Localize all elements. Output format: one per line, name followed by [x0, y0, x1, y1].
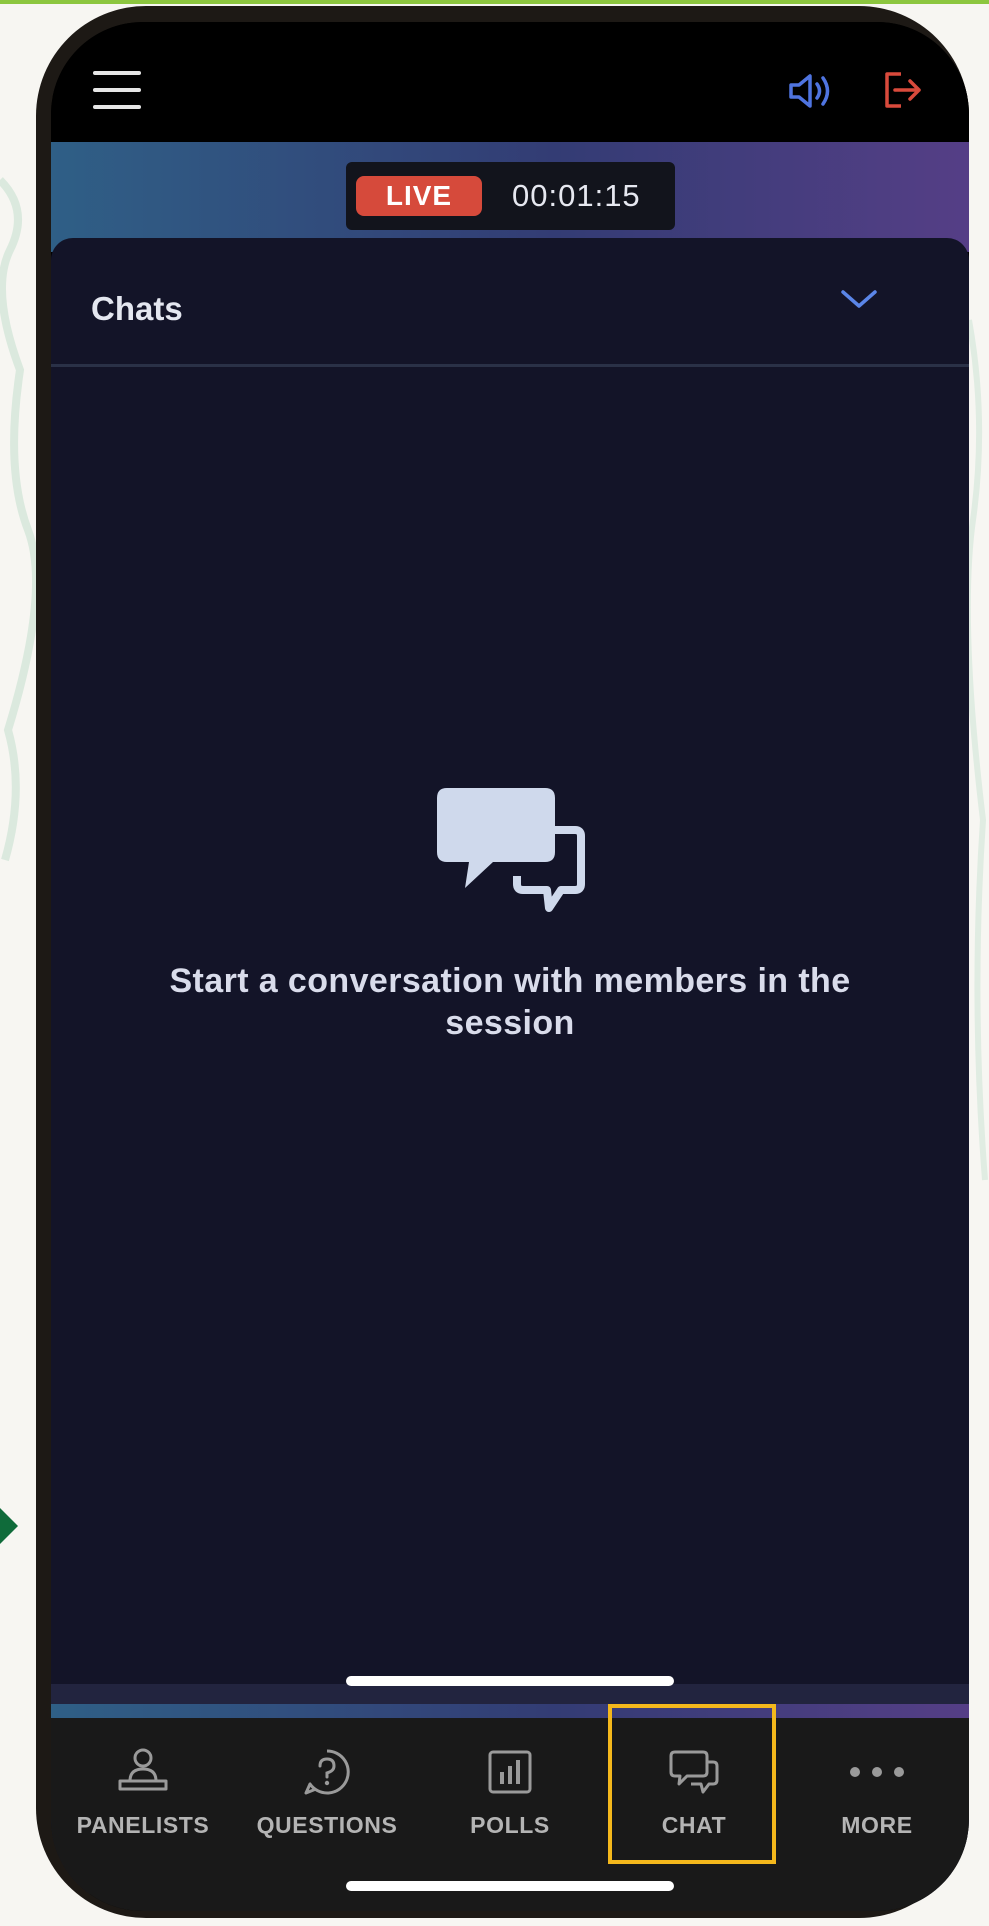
- top-accent-strip: [0, 0, 989, 4]
- tab-label: POLLS: [470, 1812, 550, 1838]
- exit-session-icon[interactable]: [877, 64, 929, 116]
- question-circle-icon: [297, 1744, 357, 1800]
- more-dots-icon: [847, 1744, 907, 1800]
- chat-panel: Chats Start a conversation with members …: [51, 238, 969, 1894]
- chat-tab-highlight-box: [608, 1704, 776, 1864]
- home-indicator: [346, 1676, 674, 1686]
- podium-person-icon: [113, 1744, 173, 1800]
- tab-questions[interactable]: QUESTIONS: [235, 1718, 419, 1868]
- live-status-pill: LIVE 00:01:15: [346, 162, 675, 230]
- session-timer: 00:01:15: [512, 178, 641, 213]
- hamburger-menu-icon[interactable]: [87, 62, 147, 118]
- chat-panel-title: Chats: [91, 290, 183, 327]
- bar-chart-icon: [480, 1744, 540, 1800]
- app-screen: LIVE 00:01:15 Chats Start a conversation…: [51, 22, 969, 1911]
- background-decoration: [0, 177, 40, 862]
- empty-chat-message: Start a conversation with members in the…: [169, 962, 851, 1042]
- speaker-volume-icon[interactable]: [783, 66, 839, 116]
- tab-more[interactable]: MORE: [785, 1718, 969, 1868]
- tab-polls[interactable]: POLLS: [418, 1718, 602, 1868]
- home-indicator: [346, 1881, 674, 1891]
- chevron-down-icon[interactable]: [839, 286, 879, 314]
- panel-divider: [51, 364, 969, 367]
- tab-panelists[interactable]: PANELISTS: [51, 1718, 235, 1868]
- live-badge: LIVE: [356, 176, 482, 216]
- tab-label: MORE: [841, 1812, 913, 1838]
- background-decoration-right: [969, 319, 988, 1181]
- chat-bubbles-icon: [431, 784, 591, 922]
- tab-label: PANELISTS: [76, 1812, 210, 1838]
- pointer-arrow: [0, 1508, 18, 1544]
- tabbar-accent-strip: [51, 1704, 969, 1718]
- tab-label: QUESTIONS: [256, 1812, 398, 1838]
- top-bar: [51, 22, 969, 144]
